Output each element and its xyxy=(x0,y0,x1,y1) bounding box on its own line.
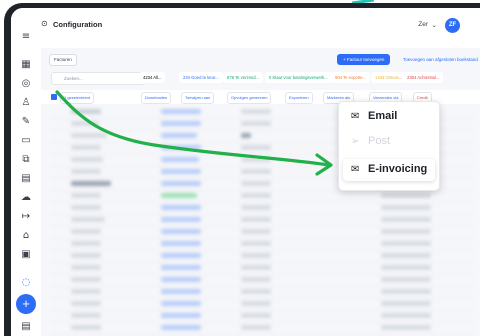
e-invoicing-option[interactable]: ✉ E-invoicing xyxy=(351,163,427,175)
send-via-menu: ✉ Email ➢ Post ✉ E-invoicing xyxy=(338,101,440,191)
send-icon: ➢ xyxy=(351,136,360,147)
email-option[interactable]: ✉ Email xyxy=(351,110,397,122)
post-option: ➢ Post xyxy=(351,135,391,147)
envelope-icon: ✉ xyxy=(351,164,360,175)
app-screen: ≡ ▦ ◎ ♙ ✎ ▭ ⧉ ▤ ☁ ↦ ⌂ ▣ ◌ + ▤ ⊙ Configur… xyxy=(11,8,480,336)
device-frame: ≡ ▦ ◎ ♙ ✎ ▭ ⧉ ▤ ☁ ↦ ⌂ ▣ ◌ + ▤ ⊙ Configur… xyxy=(4,3,480,336)
envelope-icon: ✉ xyxy=(351,111,360,122)
